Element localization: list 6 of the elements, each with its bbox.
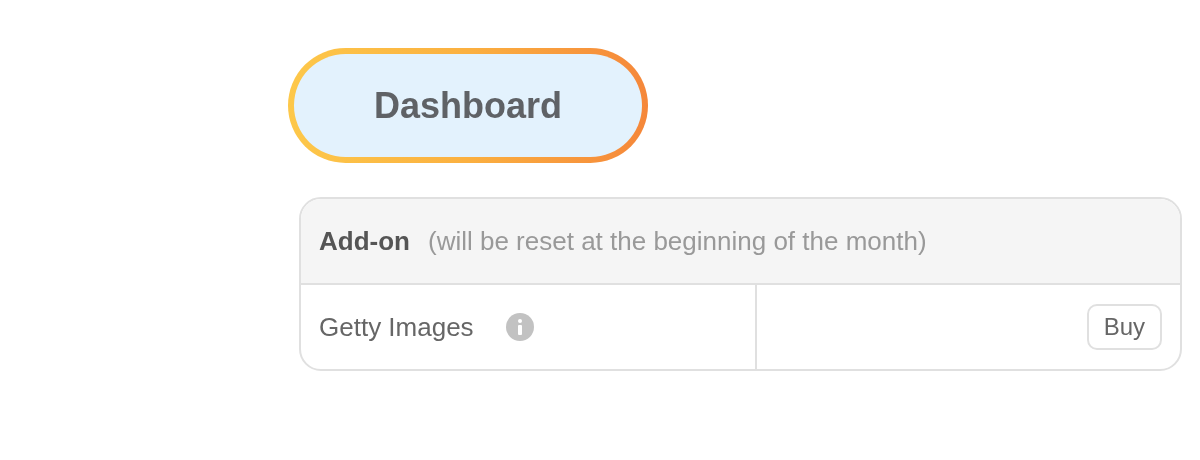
info-icon[interactable] — [505, 313, 534, 341]
table-title: Add-on — [319, 225, 410, 257]
addon-name: Getty Images — [319, 311, 474, 343]
table-note: (will be reset at the beginning of the month) — [427, 225, 927, 257]
dashboard-button[interactable]: Dashboard — [294, 54, 642, 157]
buy-button[interactable]: Buy — [1086, 304, 1162, 350]
